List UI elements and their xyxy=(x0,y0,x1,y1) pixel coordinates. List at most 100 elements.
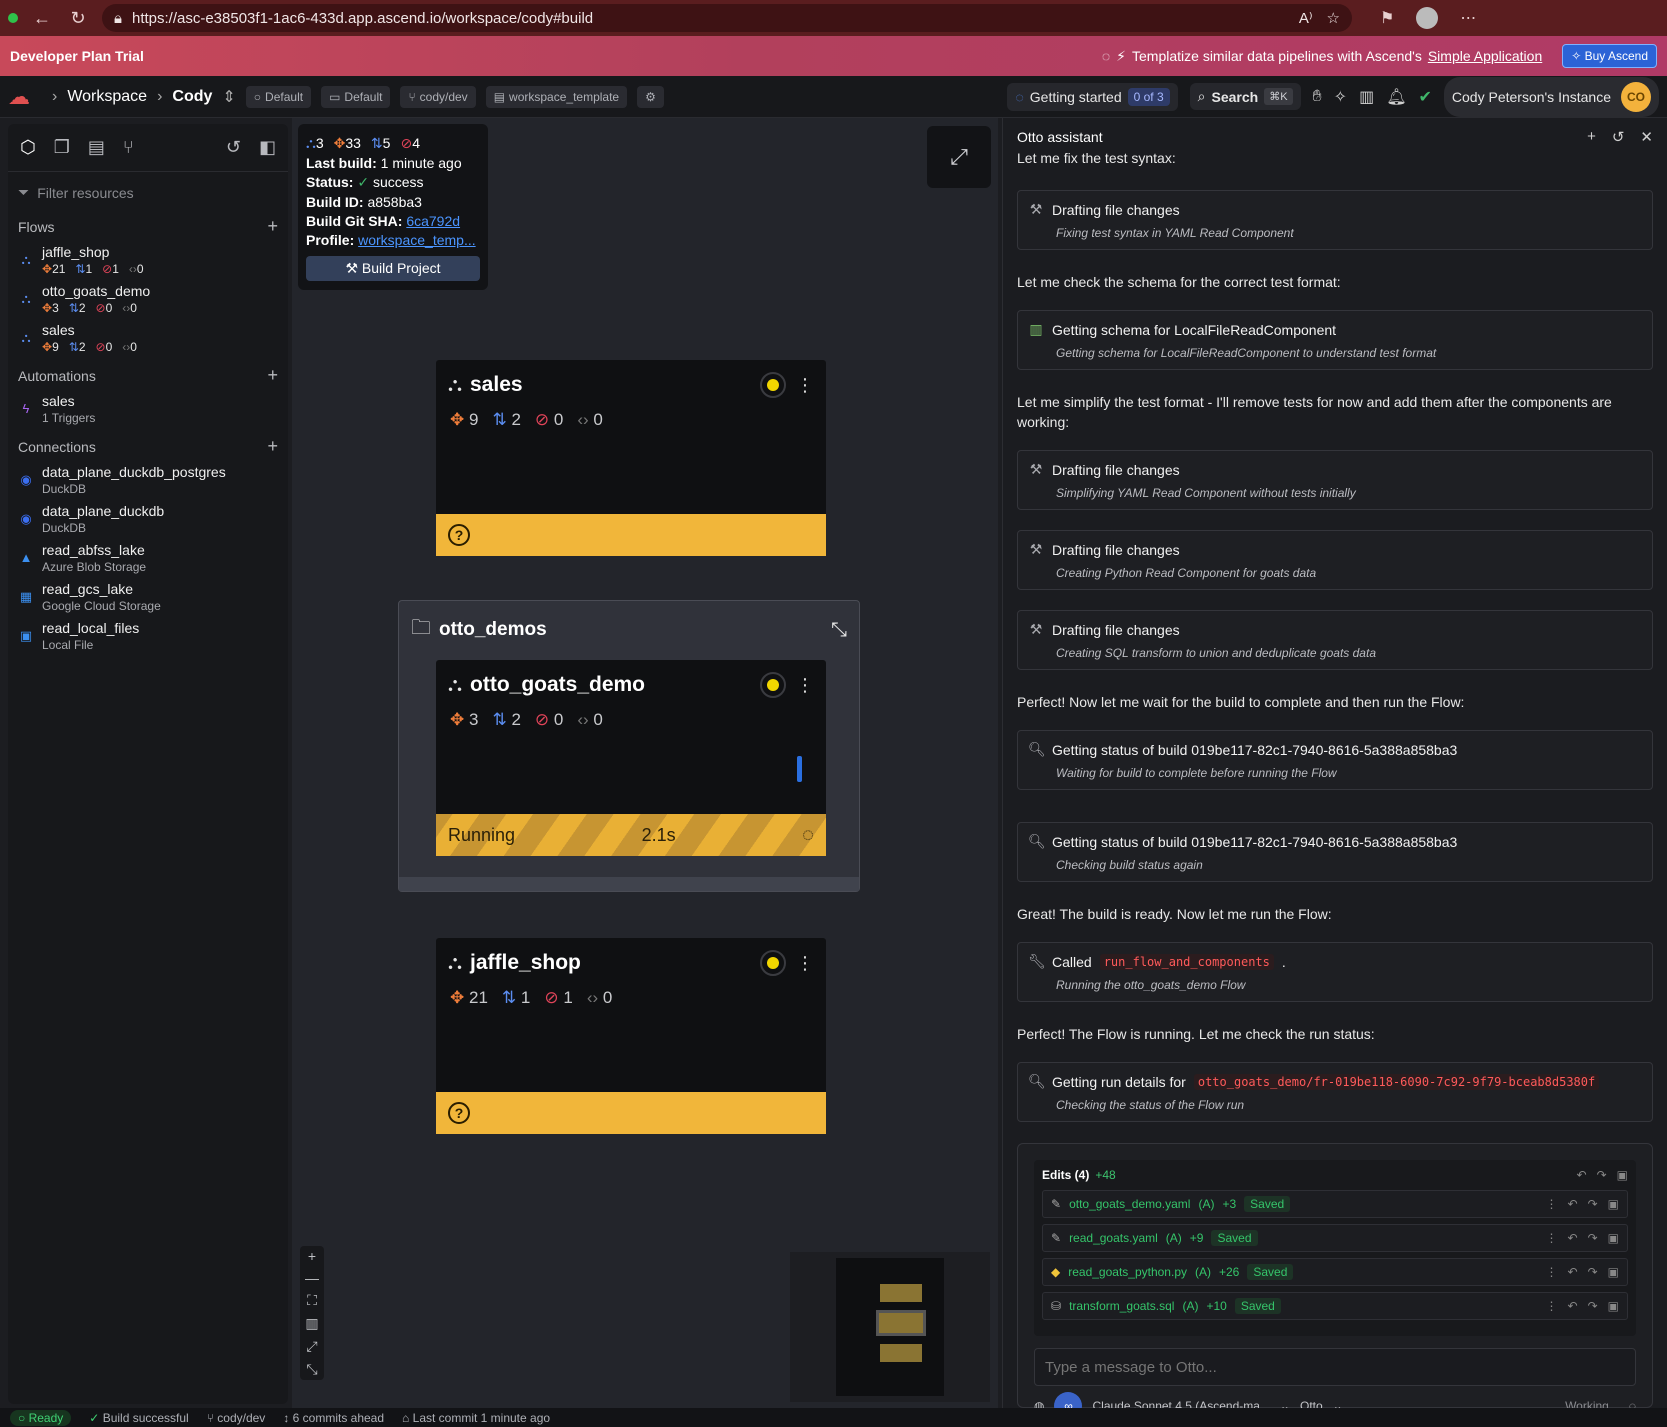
tool-call[interactable]: 🔍︎ Getting run details for otto_goats_demo… xyxy=(1017,1062,1653,1122)
kebab-menu-icon[interactable]: ⋮ xyxy=(796,953,814,974)
edit-row[interactable]: ✎ otto_goats_demo.yaml (A) +3 Saved ⋮ ↶ ↷ ▣ xyxy=(1042,1190,1628,1218)
sidebar-flow-jaffle-shop[interactable]: ⛬ jaffle_shop ✥21 ⇅1 ⊘1 ‹›0 xyxy=(8,241,288,280)
kebab-menu-icon[interactable]: ⋮ xyxy=(1546,1299,1558,1313)
minimap[interactable] xyxy=(790,1252,990,1402)
read-aloud-icon[interactable]: A⁾ xyxy=(1299,9,1313,27)
tool-call[interactable]: ⚒ Drafting file changes Creating SQL tran… xyxy=(1017,610,1653,670)
commits-ahead[interactable]: ↕ 6 commits ahead xyxy=(283,1411,384,1425)
edit-row[interactable]: ⛁ transform_goats.sql (A) +10 Saved ⋮ ↶ ↷ ▣ xyxy=(1042,1292,1628,1320)
history-icon[interactable]: ↺ xyxy=(1612,128,1625,146)
flow-card-otto-goats-demo[interactable]: ⛬ otto_goats_demo ⋮ ✥ 3 ⇅ 2 ⊘ 0 ‹› 0 Run… xyxy=(436,660,826,856)
git-tab-icon[interactable]: ⑂ xyxy=(123,137,134,158)
sha-link[interactable]: 6ca792d xyxy=(406,213,460,229)
sidebar-connection[interactable]: ◉ data_plane_duckdb DuckDB xyxy=(8,500,288,539)
window-dot[interactable] xyxy=(8,13,18,23)
kebab-menu-icon[interactable]: ⋮ xyxy=(1546,1197,1558,1211)
chip-profile[interactable]: ▤ workspace_template xyxy=(485,85,628,108)
sidebar-connection[interactable]: ◉ data_plane_duckdb_postgres DuckDB xyxy=(8,461,288,500)
back-icon[interactable]: ← xyxy=(30,8,54,29)
collapse-sidebar-icon[interactable]: ◧ xyxy=(259,137,276,158)
close-icon[interactable]: ✕ xyxy=(1640,128,1653,146)
flow-card-sales[interactable]: ⛬ sales ⋮ ✥ 9 ⇅ 2 ⊘ 0 ‹› 0 ? xyxy=(436,360,826,556)
status-dot-icon[interactable] xyxy=(760,950,786,976)
sidebar-flow-otto-goats-demo[interactable]: ⛬ otto_goats_demo ✥3 ⇅2 ⊘0 ‹›0 xyxy=(8,280,288,319)
redo-icon[interactable]: ↷ xyxy=(1597,1168,1607,1182)
build-project-button[interactable]: ⚒ Build Project xyxy=(306,256,480,281)
sidebar-connection[interactable]: ▣ read_local_files Local File xyxy=(8,617,288,656)
tool-call[interactable]: ⚒ Drafting file changes Fixing test synta… xyxy=(1017,190,1653,250)
save-icon[interactable]: ▣ xyxy=(1617,1168,1628,1182)
kebab-menu-icon[interactable]: ⋮ xyxy=(1546,1231,1558,1245)
favorite-star-icon[interactable]: ☆ xyxy=(1327,9,1340,27)
chevron-updown-icon[interactable]: ⇕ xyxy=(222,87,235,107)
sidebar-automation-sales[interactable]: ϟ sales 1 Triggers xyxy=(8,390,288,429)
branch-status[interactable]: ⑂ cody/dev xyxy=(207,1411,266,1425)
redo-icon[interactable]: ↷ xyxy=(1588,1231,1598,1245)
profile-link[interactable]: workspace_temp... xyxy=(358,232,476,248)
tool-call[interactable]: ▥ Getting schema for LocalFileReadCompone… xyxy=(1017,310,1653,370)
tool-call[interactable]: 🔧︎ Called run_flow_and_components. Running… xyxy=(1017,942,1653,1002)
expand-all-icon[interactable]: ⤢ xyxy=(306,1338,317,1355)
edit-row[interactable]: ◆ read_goats_python.py (A) +26 Saved ⋮ ↶ ↷… xyxy=(1042,1258,1628,1286)
sidebar-connection[interactable]: ▦ read_gcs_lake Google Cloud Storage xyxy=(8,578,288,617)
build-status[interactable]: ✓ Build successful xyxy=(89,1411,188,1425)
buy-ascend-button[interactable]: ✧ Buy Ascend xyxy=(1562,44,1657,68)
resources-tab-icon[interactable]: ⬡ xyxy=(20,137,36,158)
status-dot-icon[interactable] xyxy=(760,672,786,698)
tool-call[interactable]: ⚒ Drafting file changes Creating Python R… xyxy=(1017,530,1653,590)
fit-view-icon[interactable]: ⛶ xyxy=(307,1292,317,1309)
history-icon[interactable]: ↺ xyxy=(226,137,241,158)
status-dot-icon[interactable] xyxy=(760,372,786,398)
settings-chip[interactable]: ⚙ xyxy=(637,85,664,108)
kebab-menu-icon[interactable]: ⋮ xyxy=(796,375,814,396)
redo-icon[interactable]: ↷ xyxy=(1588,1197,1598,1211)
reload-icon[interactable]: ↻ xyxy=(66,8,90,29)
tool-call[interactable]: 🔍︎ Getting status of build 019be117-82c1-… xyxy=(1017,822,1653,882)
filter-resources[interactable]: ⏷ Filter resources xyxy=(8,172,288,213)
flow-canvas[interactable]: ⛬3 ✥33 ⇅5 ⊘4 Last build: 1 minute ago St… xyxy=(292,118,998,1408)
chip-default-1[interactable]: ○ Default xyxy=(245,85,312,108)
undo-icon[interactable]: ↶ xyxy=(1568,1231,1578,1245)
book-icon[interactable]: ▥ xyxy=(1359,87,1374,107)
kebab-menu-icon[interactable]: ⋮ xyxy=(796,675,814,696)
zoom-in-icon[interactable]: + xyxy=(308,1248,316,1264)
promo-link[interactable]: Simple Application xyxy=(1428,48,1542,64)
browser-menu-icon[interactable]: ⋯ xyxy=(1460,8,1476,28)
chip-default-2[interactable]: ▭ Default xyxy=(321,85,391,108)
redo-icon[interactable]: ↷ xyxy=(1588,1299,1598,1313)
expand-icon[interactable]: ⤢ xyxy=(927,126,991,188)
add-connection-icon[interactable]: + xyxy=(267,437,278,455)
kebab-menu-icon[interactable]: ⋮ xyxy=(1546,1265,1558,1279)
minimap-toggle-icon[interactable]: ▥ xyxy=(305,1315,318,1332)
otto-message-input[interactable] xyxy=(1034,1348,1636,1386)
breadcrumb-workspace[interactable]: Workspace xyxy=(67,88,147,106)
new-chat-icon[interactable]: + xyxy=(1587,128,1596,146)
browser-profile-avatar[interactable] xyxy=(1416,7,1439,29)
undo-icon[interactable]: ↶ xyxy=(1568,1197,1578,1211)
extensions-icon[interactable]: ⚑ xyxy=(1380,8,1394,28)
ascend-logo-icon[interactable]: ☁ xyxy=(8,84,42,109)
save-icon[interactable]: ▣ xyxy=(1608,1197,1619,1211)
bell-icon[interactable]: 🔔︎ xyxy=(1386,87,1406,107)
search-button[interactable]: ⌕ Search ⌘K xyxy=(1189,83,1301,110)
docs-tab-icon[interactable]: ▤ xyxy=(88,137,105,158)
flow-card-jaffle-shop[interactable]: ⛬ jaffle_shop ⋮ ✥ 21 ⇅ 1 ⊘ 1 ‹› 0 ? xyxy=(436,938,826,1134)
sidebar-flow-sales[interactable]: ⛬ sales ✥9 ⇅2 ⊘0 ‹›0 xyxy=(8,319,288,358)
url-bar[interactable]: 🔒︎ https://asc-e38503f1-1ac6-433d.app.as… xyxy=(102,4,1352,32)
add-automation-icon[interactable]: + xyxy=(267,366,278,384)
zoom-out-icon[interactable]: — xyxy=(305,1270,319,1286)
sparkle-icon[interactable]: ✧ xyxy=(1334,87,1347,107)
instance-menu[interactable]: Cody Peterson's Instance CO xyxy=(1443,76,1659,117)
breadcrumb-cody[interactable]: Cody xyxy=(172,88,212,106)
undo-icon[interactable]: ↶ xyxy=(1577,1168,1587,1182)
getting-started-button[interactable]: ◌ Getting started 0 of 3 xyxy=(1007,82,1178,111)
chip-branch[interactable]: ⑂ cody/dev xyxy=(400,85,476,108)
edit-row[interactable]: ✎ read_goats.yaml (A) +9 Saved ⋮ ↶ ↷ ▣ xyxy=(1042,1224,1628,1252)
undo-icon[interactable]: ↶ xyxy=(1568,1265,1578,1279)
sidebar-connection[interactable]: ▲ read_abfss_lake Azure Blob Storage xyxy=(8,539,288,578)
save-icon[interactable]: ▣ xyxy=(1608,1231,1619,1245)
collapse-all-icon[interactable]: ⤡ xyxy=(306,1361,317,1378)
tool-call[interactable]: 🔍︎ Getting status of build 019be117-82c1-… xyxy=(1017,730,1653,790)
redo-icon[interactable]: ↷ xyxy=(1588,1265,1598,1279)
user-avatar[interactable]: CO xyxy=(1621,81,1651,112)
